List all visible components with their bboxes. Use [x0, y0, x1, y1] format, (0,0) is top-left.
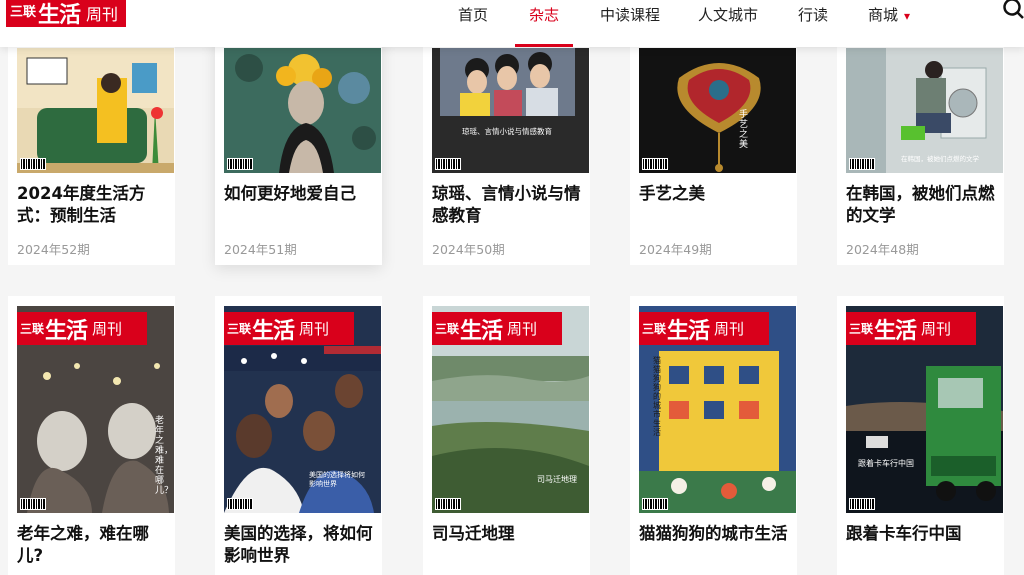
barcode-icon	[20, 158, 46, 170]
cover-text: 司马迁地理	[537, 475, 577, 484]
masthead-sanlian: 三联	[435, 322, 460, 336]
magazine-title[interactable]: 2024年度生活方式：预制生活	[17, 183, 172, 227]
masthead-shenghuo: 生活	[667, 317, 710, 344]
cover-text: 老年之难，难在哪儿？	[155, 416, 174, 496]
logo-part-sanlian: 三联	[10, 5, 37, 20]
cover-masthead: 三联 生活 周刊	[432, 312, 562, 345]
magazine-cover[interactable]: 在韩国，被她们点燃的文学	[846, 48, 1003, 173]
cover-text: 跟着卡车行中国	[858, 459, 914, 468]
cover-masthead: 三联 生活 周刊	[224, 312, 354, 345]
magazine-cover[interactable]: 三联 生活 周刊 司马迁地理	[432, 306, 589, 513]
magazine-card[interactable]: 三联 生活 周刊 跟着卡车行中国 跟着卡车行中国	[837, 296, 1004, 575]
magazine-card[interactable]: 三联 生活 周刊 美国的选择将如何影响世界 美国的选择，将如何影响世界	[215, 296, 382, 575]
cover-masthead: 三联 生活 周刊	[639, 312, 769, 345]
masthead-sanlian: 三联	[20, 322, 45, 336]
cover-masthead: 三联 生活 周刊	[846, 312, 976, 345]
barcode-icon	[435, 498, 461, 510]
site-header: 三联 生活 周刊 首页 杂志 中读课程 人文城市 行读 商城 ▾	[0, 0, 1024, 47]
magazine-cover[interactable]: 三联 生活 周刊 美国的选择将如何影响世界	[224, 306, 381, 513]
magazine-issue: 2024年50期	[432, 242, 505, 257]
barcode-icon	[435, 158, 461, 170]
masthead-shenghuo: 生活	[252, 317, 295, 344]
masthead-sanlian: 三联	[849, 322, 874, 336]
magazine-issue: 2024年49期	[639, 242, 712, 257]
barcode-icon	[227, 158, 253, 170]
masthead-zhoukan: 周刊	[921, 320, 952, 338]
masthead-zhoukan: 周刊	[92, 320, 123, 338]
magazine-card[interactable]: 三联 生活 周刊 司马迁地理 司马迁地理	[423, 296, 590, 575]
cover-illustration	[224, 48, 381, 173]
cover-text: 在韩国，被她们点燃的文学	[901, 155, 979, 163]
nav-home[interactable]: 首页	[458, 4, 488, 25]
search-icon[interactable]	[1002, 0, 1024, 19]
magazine-issue: 2024年52期	[17, 242, 90, 257]
cover-text: 美国的选择将如何影响世界	[309, 471, 365, 488]
magazine-cover[interactable]	[224, 48, 381, 173]
masthead-zhoukan: 周刊	[507, 320, 538, 338]
masthead-sanlian: 三联	[227, 322, 252, 336]
magazine-card[interactable]: 三联 生活 周刊 猫猫狗狗的城市生活 猫猫狗狗的城市生活	[630, 296, 797, 575]
chevron-down-icon: ▾	[904, 9, 911, 23]
nav-humanities-city[interactable]: 人文城市	[698, 4, 758, 25]
masthead-shenghuo: 生活	[45, 317, 88, 344]
magazine-card[interactable]: 三联 生活 周刊 老年之难，难在哪儿？ 老年之难，难在哪儿?	[8, 296, 175, 575]
nav-shop[interactable]: 商城 ▾	[868, 4, 910, 25]
logo-part-shenghuo: 生活	[38, 1, 81, 28]
magazine-title[interactable]: 如何更好地爱自己	[224, 183, 379, 205]
site-logo[interactable]: 三联 生活 周刊	[6, 0, 126, 28]
magazine-title[interactable]: 跟着卡车行中国	[846, 523, 1001, 545]
nav-shop-label: 商城	[868, 6, 899, 24]
cover-illustration	[432, 48, 589, 173]
barcode-icon	[849, 158, 875, 170]
barcode-icon	[642, 158, 668, 170]
magazine-cover[interactable]	[17, 48, 174, 173]
barcode-icon	[227, 498, 253, 510]
magazine-issue: 2024年48期	[846, 242, 919, 257]
cover-illustration	[639, 48, 796, 173]
magazine-cover[interactable]: 三联 生活 周刊 老年之难，难在哪儿？	[17, 306, 174, 513]
barcode-icon	[20, 498, 46, 510]
magazine-title[interactable]: 美国的选择，将如何影响世界	[224, 523, 379, 567]
magazine-cover[interactable]: 琼瑶、言情小说与情感教育	[432, 48, 589, 173]
magazine-title[interactable]: 琼瑶、言情小说与情感教育	[432, 183, 587, 227]
cover-text: 手艺之美	[739, 110, 749, 150]
magazine-title[interactable]: 老年之难，难在哪儿?	[17, 523, 172, 567]
magazine-title[interactable]: 司马迁地理	[432, 523, 587, 545]
magazine-title[interactable]: 猫猫狗狗的城市生活	[639, 523, 794, 545]
magazine-cover[interactable]: 手艺之美	[639, 48, 796, 173]
cover-illustration	[17, 48, 174, 173]
masthead-shenghuo: 生活	[460, 317, 503, 344]
magazine-cover[interactable]: 三联 生活 周刊 猫猫狗狗的城市生活	[639, 306, 796, 513]
magazine-cover[interactable]: 三联 生活 周刊 跟着卡车行中国	[846, 306, 1003, 513]
masthead-shenghuo: 生活	[874, 317, 917, 344]
nav-courses[interactable]: 中读课程	[600, 4, 660, 25]
magazine-title[interactable]: 在韩国，被她们点燃的文学	[846, 183, 1001, 227]
masthead-zhoukan: 周刊	[714, 320, 745, 338]
nav-magazine[interactable]: 杂志	[514, 4, 574, 47]
cover-text: 猫猫狗狗的城市生活	[653, 356, 661, 437]
barcode-icon	[849, 498, 875, 510]
cover-text: 琼瑶、言情小说与情感教育	[462, 127, 552, 136]
masthead-sanlian: 三联	[642, 322, 667, 336]
magazine-issue: 2024年51期	[224, 242, 297, 257]
barcode-icon	[642, 498, 668, 510]
magazine-title[interactable]: 手艺之美	[639, 183, 794, 205]
logo-part-zhoukan: 周刊	[86, 4, 119, 24]
masthead-zhoukan: 周刊	[299, 320, 330, 338]
nav-travel[interactable]: 行读	[798, 4, 828, 25]
cover-masthead: 三联 生活 周刊	[17, 312, 147, 345]
